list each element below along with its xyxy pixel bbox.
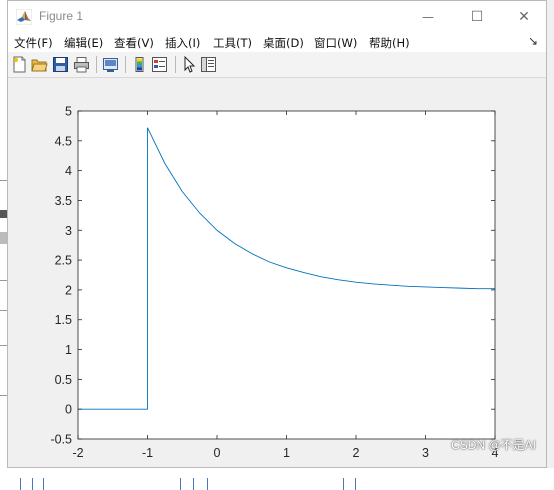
toolbar-separator <box>125 56 126 73</box>
y-tick-label: 4.5 <box>55 134 72 148</box>
y-tick-label: -0.5 <box>50 433 72 447</box>
x-tick-label: -2 <box>72 446 83 460</box>
y-tick-label: 4 <box>65 164 72 178</box>
y-tick-label: 2 <box>65 283 72 297</box>
y-tick-label: 5 <box>65 105 72 119</box>
line-chart[interactable]: -2 -1 0 1 2 3 4-0.500.511.522.533.544.55 <box>8 78 546 467</box>
maximize-button[interactable]: ☐ <box>455 1 499 32</box>
close-button[interactable]: ✕ <box>502 1 546 32</box>
y-tick-label: 1 <box>65 343 72 357</box>
figure-toolbar <box>8 52 546 78</box>
menu-desktop[interactable]: 桌面(D) <box>263 35 304 51</box>
menu-window[interactable]: 窗口(W) <box>314 35 357 51</box>
save-icon[interactable] <box>52 56 69 73</box>
y-tick-label: 3.5 <box>55 194 72 208</box>
x-tick-label: 1 <box>283 446 290 460</box>
window-title: Figure 1 <box>39 9 84 23</box>
edit-plot-pointer-icon[interactable] <box>181 56 198 73</box>
new-figure-icon[interactable] <box>11 56 28 73</box>
link-figure-icon[interactable] <box>102 56 119 73</box>
toolbar-separator <box>96 56 97 73</box>
y-tick-label: 0.5 <box>55 373 72 387</box>
x-tick-label: -1 <box>142 446 153 460</box>
figure-window: Figure 1 — ☐ ✕ 文件(F) 编辑(E) 查看(V) 插入(I) 工… <box>7 0 547 468</box>
background-window-strip <box>0 468 554 490</box>
legend-icon[interactable] <box>151 56 168 73</box>
menu-file[interactable]: 文件(F) <box>14 35 53 51</box>
maximize-icon: ☐ <box>470 8 484 25</box>
watermark-text: CSDN @不是AI <box>451 438 536 452</box>
menu-help[interactable]: 帮助(H) <box>369 35 410 51</box>
y-tick-label: 2.5 <box>55 254 72 268</box>
dock-arrow-icon[interactable]: ↘ <box>528 34 538 48</box>
x-tick-label: 2 <box>353 446 360 460</box>
minimize-icon: — <box>422 9 434 24</box>
menu-view[interactable]: 查看(V) <box>114 35 154 51</box>
close-icon: ✕ <box>518 8 530 25</box>
x-tick-label: 3 <box>422 446 429 460</box>
x-tick-label: 0 <box>214 446 221 460</box>
menu-insert[interactable]: 插入(I) <box>165 35 200 51</box>
matlab-logo-icon <box>16 9 32 25</box>
menu-tools[interactable]: 工具(T) <box>213 35 252 51</box>
axes-background <box>78 111 495 439</box>
print-icon[interactable] <box>73 56 90 73</box>
minimize-button[interactable]: — <box>406 1 450 32</box>
title-bar[interactable]: Figure 1 — ☐ ✕ <box>8 1 546 32</box>
toolbar-separator <box>175 56 176 73</box>
figure-canvas[interactable]: -2 -1 0 1 2 3 4 -0.5 0 0.5 1 1.5 2 2.5 3 3.5 4 4.5 5 CSDN … <box>8 78 546 467</box>
open-file-icon[interactable] <box>31 56 48 73</box>
property-inspector-icon[interactable] <box>200 56 217 73</box>
y-tick-label: 0 <box>65 403 72 417</box>
y-tick-label: 3 <box>65 224 72 238</box>
y-tick-label: 1.5 <box>55 313 72 327</box>
menu-edit[interactable]: 编辑(E) <box>64 35 103 51</box>
menu-bar: 文件(F) 编辑(E) 查看(V) 插入(I) 工具(T) 桌面(D) 窗口(W… <box>8 32 546 52</box>
colorbar-icon[interactable] <box>131 56 148 73</box>
